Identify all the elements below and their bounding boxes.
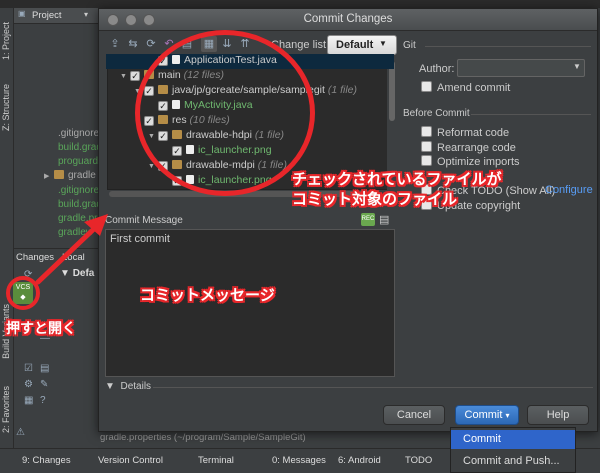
- commit-icon[interactable]: ⇪: [107, 36, 123, 52]
- local-tab[interactable]: Local: [62, 252, 85, 263]
- expand-triangle-icon[interactable]: ▶: [44, 172, 52, 180]
- grid-icon[interactable]: ▦: [24, 395, 33, 406]
- tab-changes[interactable]: 9: Changes: [22, 455, 71, 466]
- gear-icon[interactable]: ⚙: [24, 379, 33, 390]
- reformat-code-label: Reformat code: [437, 127, 510, 139]
- dialog-title-bar: Commit Changes: [99, 9, 597, 31]
- author-field[interactable]: [457, 59, 585, 77]
- help-icon[interactable]: ?: [40, 395, 46, 406]
- refresh-icon[interactable]: ⟳: [143, 36, 159, 52]
- changes-default-text: Defa: [72, 268, 95, 279]
- rearrange-code-checkbox[interactable]: Rearrange code: [421, 141, 516, 154]
- configure-link[interactable]: Configure: [545, 184, 593, 196]
- diff-icon[interactable]: ▤: [40, 363, 49, 374]
- before-commit-header: Before Commit: [403, 108, 470, 119]
- message-note: コミットメッセージ: [140, 287, 275, 304]
- changes-tab[interactable]: Changes: [16, 252, 54, 263]
- optimize-imports-checkbox[interactable]: Optimize imports: [421, 155, 520, 168]
- ide-top-bar: [0, 0, 600, 8]
- reformat-code-checkbox[interactable]: Reformat code: [421, 126, 509, 139]
- warning-icon[interactable]: ⚠: [16, 427, 25, 438]
- chevron-down-icon[interactable]: ▾: [84, 10, 88, 19]
- tree-item-root-gitignore[interactable]: .gitignore: [58, 185, 98, 199]
- section-divider: [471, 114, 591, 115]
- details-toggle[interactable]: ▼ Details: [105, 381, 151, 392]
- rearrange-code-label: Rearrange code: [437, 142, 516, 154]
- amend-commit-label: Amend commit: [437, 82, 511, 94]
- files-note-line1: チェックされているファイルが: [292, 171, 502, 188]
- tree-item-gradlew[interactable]: gradlew: [58, 227, 98, 241]
- files-highlight-ellipse: [135, 30, 315, 196]
- tab-terminal[interactable]: Terminal: [198, 455, 234, 466]
- commit-message-label: Commit Message: [105, 215, 183, 226]
- changes-default-label[interactable]: ▼ Defa: [60, 268, 94, 279]
- menu-item-commit-and-push[interactable]: Commit and Push...: [451, 452, 575, 471]
- project-folder-icon: ▣: [18, 9, 26, 18]
- optimize-imports-label: Optimize imports: [437, 156, 520, 168]
- details-divider: [153, 387, 593, 388]
- menu-item-commit[interactable]: Commit: [451, 430, 575, 449]
- files-note-line2: コミット対象のファイル: [292, 191, 458, 208]
- vcs-highlight-circle: [6, 276, 40, 310]
- project-tab-label[interactable]: Project: [32, 10, 62, 21]
- tree-item-build-gradle[interactable]: build.gradle: [58, 142, 98, 156]
- settings-icon[interactable]: ✎: [40, 379, 48, 390]
- checkbox-box[interactable]: [421, 141, 432, 152]
- dialog-title: Commit Changes: [303, 13, 393, 25]
- chevron-down-icon: ▾: [505, 411, 510, 420]
- checkbox-icon[interactable]: ☑: [24, 363, 33, 374]
- history-icon[interactable]: ▤: [379, 213, 389, 226]
- tab-android[interactable]: 6: Android: [338, 455, 381, 466]
- move-icon[interactable]: ⇆: [125, 36, 141, 52]
- tab-todo[interactable]: TODO: [405, 455, 432, 466]
- chevron-down-icon[interactable]: ▼: [379, 39, 387, 48]
- amend-commit-checkbox[interactable]: Amend commit: [421, 81, 510, 94]
- left-tool-strip: 1: Project Z: Structure Build Variants 2…: [0, 8, 14, 448]
- section-divider: [425, 46, 591, 47]
- tab-version-control[interactable]: Version Control: [98, 455, 163, 466]
- commit-button-label: Commit: [464, 409, 503, 421]
- project-panel-header: ▣ Project ▾: [14, 8, 100, 24]
- commit-button[interactable]: Commit ▾: [455, 405, 519, 425]
- tree-item-proguard[interactable]: proguard-rules.pro: [58, 156, 98, 170]
- help-button[interactable]: Help: [527, 405, 589, 425]
- checkbox-box[interactable]: [421, 155, 432, 166]
- recent-messages-icon[interactable]: REC: [361, 213, 375, 226]
- tree-item-label: gradle: [68, 170, 96, 181]
- commit-message-icons: REC ▤: [361, 213, 395, 227]
- gradle-path-label: gradle.properties (~/program/Sample/Samp…: [100, 432, 306, 443]
- file-count-note: (1 file): [324, 84, 358, 96]
- cancel-button[interactable]: Cancel: [383, 405, 445, 425]
- commit-dropdown-menu: Commit Commit and Push...: [450, 427, 576, 473]
- tab-messages[interactable]: 0: Messages: [272, 455, 326, 466]
- details-label: Details: [120, 381, 152, 392]
- tree-item-gradle[interactable]: ▶ gradle: [44, 170, 98, 184]
- expand-triangle-icon[interactable]: ▼: [120, 73, 128, 80]
- folder-icon: [54, 170, 64, 179]
- tree-item-gitignore[interactable]: .gitignore: [58, 128, 98, 142]
- open-note: 押すと開く: [6, 320, 76, 336]
- author-label: Author:: [419, 63, 455, 75]
- vtab-structure[interactable]: Z: Structure: [1, 84, 13, 131]
- tree-item-root-build-gradle[interactable]: build.gradle: [58, 199, 98, 213]
- git-section-header: Git: [403, 40, 416, 51]
- vtab-project[interactable]: 1: Project: [1, 22, 13, 60]
- vtab-favorites[interactable]: 2: Favorites: [1, 386, 13, 433]
- tree-item-gradle-properties[interactable]: gradle.properties: [58, 213, 98, 227]
- chevron-down-icon[interactable]: ▼: [573, 62, 581, 71]
- file-checkbox[interactable]: ✓: [130, 71, 140, 81]
- checkbox-box[interactable]: [421, 81, 432, 92]
- checkbox-box[interactable]: [421, 126, 432, 137]
